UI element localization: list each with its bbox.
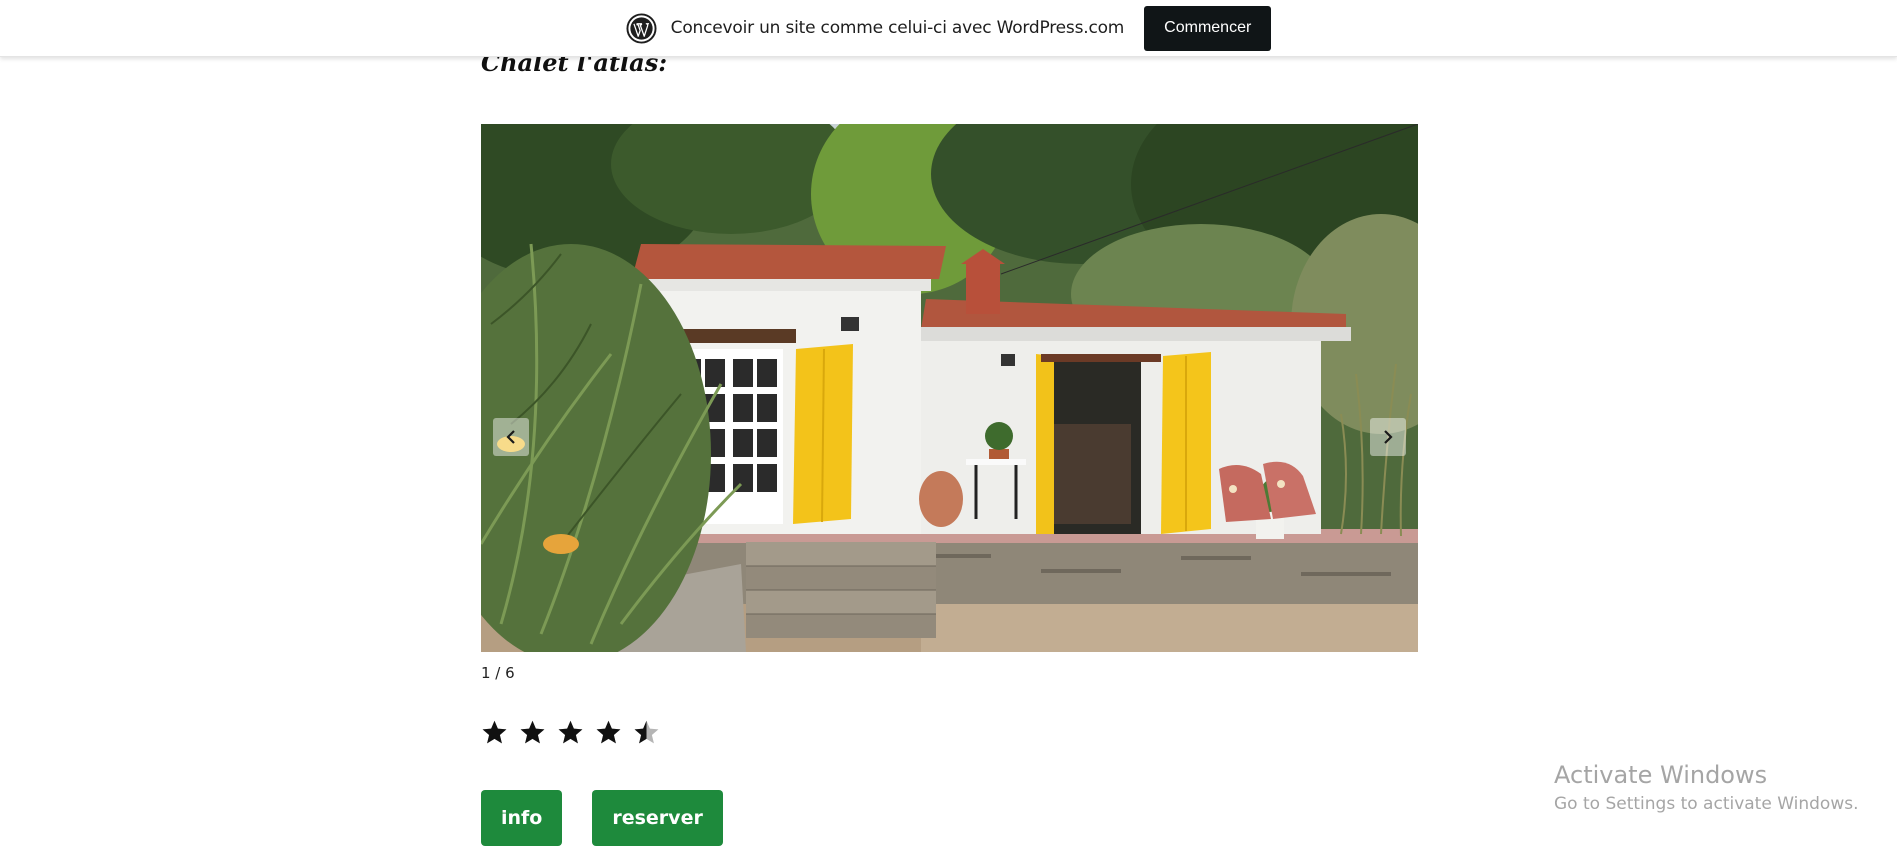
slide-counter: 1 / 6 [481, 664, 515, 682]
promo-text: Concevoir un site comme celui-ci avec Wo… [670, 18, 1125, 38]
slideshow [481, 124, 1418, 652]
star-half-icon [634, 720, 659, 743]
post-content: Chalet l'atlas: 1 / 6 info reserver [481, 40, 1418, 846]
star-full-icon [558, 720, 583, 743]
chevron-left-icon [506, 430, 515, 444]
chalet-photo [481, 124, 1418, 652]
chevron-right-icon [1384, 430, 1393, 444]
star-full-icon [520, 720, 545, 743]
watermark-subtitle: Go to Settings to activate Windows. [1554, 794, 1859, 814]
info-button[interactable]: info [481, 790, 563, 846]
reserver-button[interactable]: reserver [592, 790, 723, 846]
wordpress-promo-bar: Concevoir un site comme celui-ci avec Wo… [0, 0, 1897, 57]
next-slide-button[interactable] [1370, 418, 1406, 456]
star-rating [481, 718, 1418, 746]
watermark-title: Activate Windows [1554, 761, 1768, 789]
star-full-icon [482, 720, 507, 743]
windows-activation-watermark: Activate Windows Go to Settings to activ… [1554, 758, 1859, 816]
star-full-icon [596, 720, 621, 743]
previous-slide-button[interactable] [493, 418, 529, 456]
wordpress-logo-icon[interactable] [626, 12, 657, 44]
start-button[interactable]: Commencer [1144, 5, 1272, 51]
action-buttons: info reserver [481, 790, 1418, 846]
